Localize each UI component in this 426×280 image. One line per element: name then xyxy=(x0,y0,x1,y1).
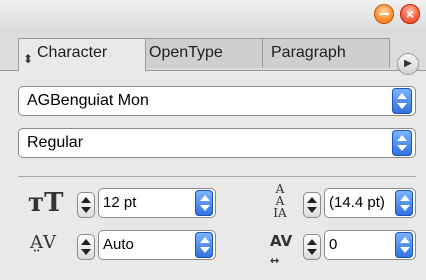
kerning-icon: A̤V xyxy=(30,232,56,253)
play-icon: ▶ xyxy=(404,58,412,69)
dropdown-arrows-icon xyxy=(195,232,213,258)
dropdown-arrows-icon xyxy=(195,190,213,216)
leading-icon: A A IA xyxy=(273,182,287,220)
font-size-icon: ᴛT xyxy=(28,188,64,218)
kerning-stepper[interactable] xyxy=(77,234,95,260)
panel-menu-button[interactable]: ▶ xyxy=(397,53,419,75)
tracking-field[interactable]: 0 xyxy=(324,230,416,260)
minimize-icon xyxy=(379,13,389,15)
kerning-field[interactable]: Auto xyxy=(98,230,216,260)
tracking-icon: AV ↔ xyxy=(270,232,293,267)
double-arrow-icon: ⬍ xyxy=(23,52,34,66)
title-bar: × xyxy=(0,0,426,30)
leading-stepper[interactable] xyxy=(303,192,321,218)
font-style-value: Regular xyxy=(27,134,84,151)
tab-label: OpenType xyxy=(149,44,223,61)
font-size-stepper[interactable] xyxy=(77,192,95,218)
dropdown-arrows-icon xyxy=(395,232,413,258)
font-size-value: 12 pt xyxy=(103,194,137,211)
tab-character[interactable]: ⬍ Character xyxy=(18,38,146,71)
section-divider xyxy=(18,176,416,177)
dropdown-arrows-icon xyxy=(392,130,412,156)
tab-label: Character xyxy=(37,44,108,61)
font-family-value: AGBenguiat Mon xyxy=(27,92,149,109)
minimize-button[interactable] xyxy=(374,4,394,24)
character-panel: × ⬍ Character OpenType Paragraph ▶ AGBen… xyxy=(0,0,426,280)
kerning-value: Auto xyxy=(103,236,134,253)
tracking-stepper[interactable] xyxy=(303,234,321,260)
tracking-value: 0 xyxy=(329,236,338,253)
close-icon: × xyxy=(405,6,415,22)
tab-label: Paragraph xyxy=(271,44,346,61)
tab-bar: ⬍ Character OpenType Paragraph xyxy=(0,30,426,71)
font-size-field[interactable]: 12 pt xyxy=(98,188,216,218)
tab-opentype[interactable]: OpenType xyxy=(140,38,268,68)
dropdown-arrows-icon xyxy=(392,88,412,114)
font-style-dropdown[interactable]: Regular xyxy=(18,128,416,158)
font-family-dropdown[interactable]: AGBenguiat Mon xyxy=(18,86,416,116)
leading-field[interactable]: (14.4 pt) xyxy=(324,188,416,218)
leading-value: (14.4 pt) xyxy=(329,194,385,211)
dropdown-arrows-icon xyxy=(395,190,413,216)
tab-paragraph[interactable]: Paragraph xyxy=(262,38,390,68)
close-button[interactable]: × xyxy=(400,4,420,24)
